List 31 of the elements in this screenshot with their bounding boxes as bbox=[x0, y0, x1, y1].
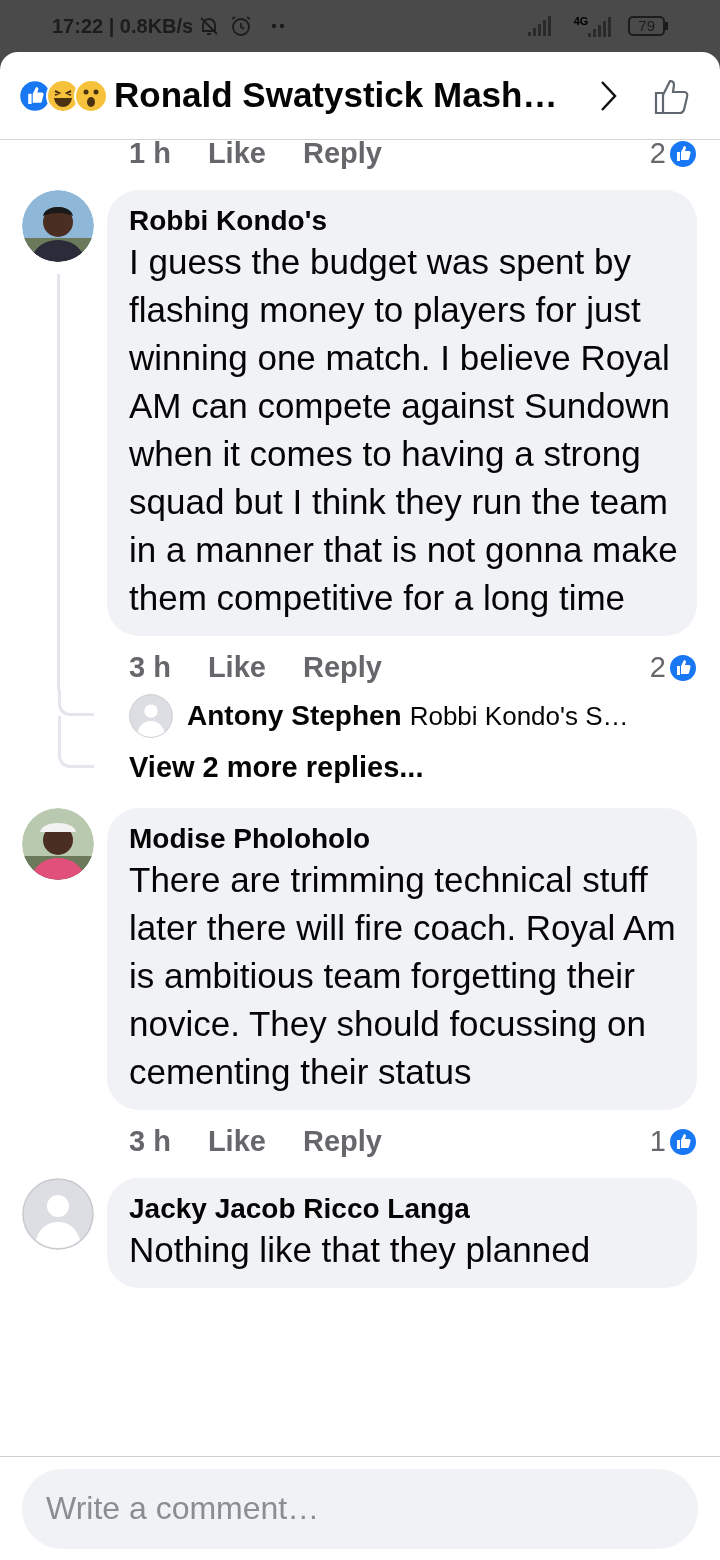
default-avatar-icon bbox=[129, 694, 173, 738]
like-link[interactable]: Like bbox=[207, 1120, 266, 1164]
comment-author[interactable]: Jacky Jacob Ricco Langa bbox=[129, 1192, 681, 1226]
like-reaction-icon bbox=[668, 140, 698, 169]
network-type: 4G bbox=[573, 15, 589, 27]
comment-author[interactable]: Robbi Kondo's bbox=[129, 204, 681, 238]
like-count: 1 bbox=[649, 1124, 666, 1160]
comment-author[interactable]: Modise Pholoholo bbox=[129, 822, 681, 856]
comment-time: 1 h bbox=[129, 140, 171, 172]
like-reaction-icon bbox=[668, 653, 698, 683]
post-author-title: Ronald Swatystick Mash… bbox=[114, 74, 558, 117]
wow-reaction-icon bbox=[74, 78, 108, 113]
comment-time: 3 h bbox=[129, 1124, 171, 1160]
comment-input-field[interactable]: Write a comment… bbox=[22, 1468, 698, 1549]
like-link[interactable]: Like bbox=[207, 140, 266, 176]
like-reaction-icon bbox=[668, 1127, 698, 1157]
reply-author[interactable]: Antony Stephen bbox=[187, 695, 402, 737]
comment-text: There are trimming technical stuff later there will fire coach. Royal Am is ambitious team forgetting their novice. They should focussing on cementing their status bbox=[129, 859, 677, 1093]
like-link[interactable]: Like bbox=[207, 646, 266, 690]
view-more-replies-link[interactable]: View 2 more replies... bbox=[107, 746, 424, 790]
like-count: 2 bbox=[649, 140, 666, 172]
reply-link[interactable]: Reply bbox=[302, 140, 382, 176]
signal-icon bbox=[527, 16, 554, 36]
more-dots-icon bbox=[271, 23, 286, 29]
reply-link[interactable]: Reply bbox=[302, 1120, 382, 1164]
comment-text: I guess the budget was spent by flashing money to players for just winning one match. I believe Royal AM can compete against Sundown when it comes to having a strong squad but I think they run the team in a manner that is not gonna make them competitive for a long time bbox=[129, 241, 679, 619]
comment-time: 3 h bbox=[129, 650, 171, 686]
like-count: 2 bbox=[649, 650, 666, 686]
reply-preview-text: Robbi Kondo's S… bbox=[409, 699, 629, 733]
comment-text: Nothing like that they planned bbox=[129, 1229, 592, 1271]
reply-link[interactable]: Reply bbox=[302, 646, 382, 690]
